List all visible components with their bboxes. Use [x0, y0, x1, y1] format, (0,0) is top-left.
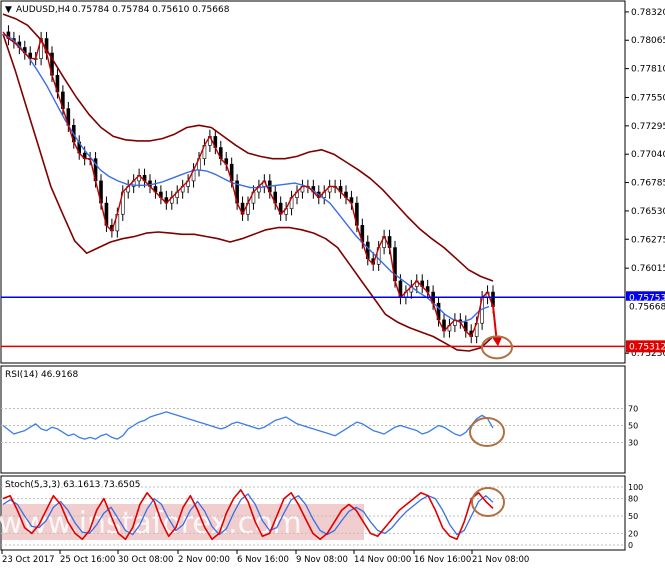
price-tick-label: 0.77295: [631, 122, 665, 132]
price-tick-label: 0.76530: [631, 207, 665, 217]
price-tick-label: 0.76015: [631, 264, 665, 274]
time-axis: 23 Oct 2017 25 Oct 16:00 30 Oct 08:00 2 Nov…: [1, 550, 529, 565]
price-axis: 0.78320 0.78065 0.77810 0.77550 0.77295 0.770…: [625, 8, 665, 359]
time-tick-label: 16 Nov 16:00: [414, 555, 471, 565]
time-tick-label: 2 Nov 00:00: [178, 555, 230, 565]
price-tick-label: 0.78320: [631, 8, 665, 18]
price-tag-current-text: 0.75668: [629, 303, 665, 313]
rsi-level-label: 50: [628, 422, 638, 431]
price-tick-label: 0.76275: [631, 235, 665, 245]
time-tick-label: 23 Oct 2017: [2, 555, 55, 565]
symbol-label: AUDUSD,H4: [16, 5, 71, 15]
time-tick-label: 14 Nov 00:00: [354, 555, 411, 565]
time-tick-label: 21 Nov 08:00: [472, 555, 529, 565]
stoch-level-label: 100: [628, 483, 643, 492]
price-tag-support-text: 0.75312: [629, 342, 665, 352]
rsi-level-label: 70: [628, 405, 638, 414]
price-tick-label: 0.77550: [631, 94, 665, 104]
time-tick-label: 30 Oct 08:00: [118, 555, 173, 565]
stoch-level-label: 20: [628, 529, 638, 538]
trading-chart-window: www.instaforex.com 70 50 30 100 80 50 20 0 0.7…: [0, 0, 665, 572]
stoch-title: Stoch(5,3,3) 63.1613 73.6505: [5, 480, 140, 490]
price-tick-label: 0.77810: [631, 65, 665, 75]
time-tick-label: 25 Oct 16:00: [60, 555, 115, 565]
price-tick-label: 0.78065: [631, 36, 665, 46]
stoch-level-label: 0: [628, 541, 633, 550]
stoch-level-label: 50: [628, 512, 638, 521]
time-tick-label: 9 Nov 08:00: [296, 555, 348, 565]
rsi-title: RSI(14) 46.9168: [5, 370, 78, 380]
time-tick-label: 6 Nov 16:00: [237, 555, 289, 565]
stoch-level-label: 80: [628, 495, 638, 504]
price-tick-label: 0.76785: [631, 179, 665, 189]
ohlc-label: 0.75784 0.75784 0.75610 0.75668: [72, 5, 230, 15]
chart-canvas: www.instaforex.com 705030 1008050200 0.7…: [0, 0, 665, 565]
price-tick-label: 0.77040: [631, 150, 665, 160]
chart-dropdown-icon[interactable]: ▼: [5, 5, 12, 15]
rsi-pane-frame: [0, 365, 626, 474]
rsi-level-label: 30: [628, 439, 638, 448]
